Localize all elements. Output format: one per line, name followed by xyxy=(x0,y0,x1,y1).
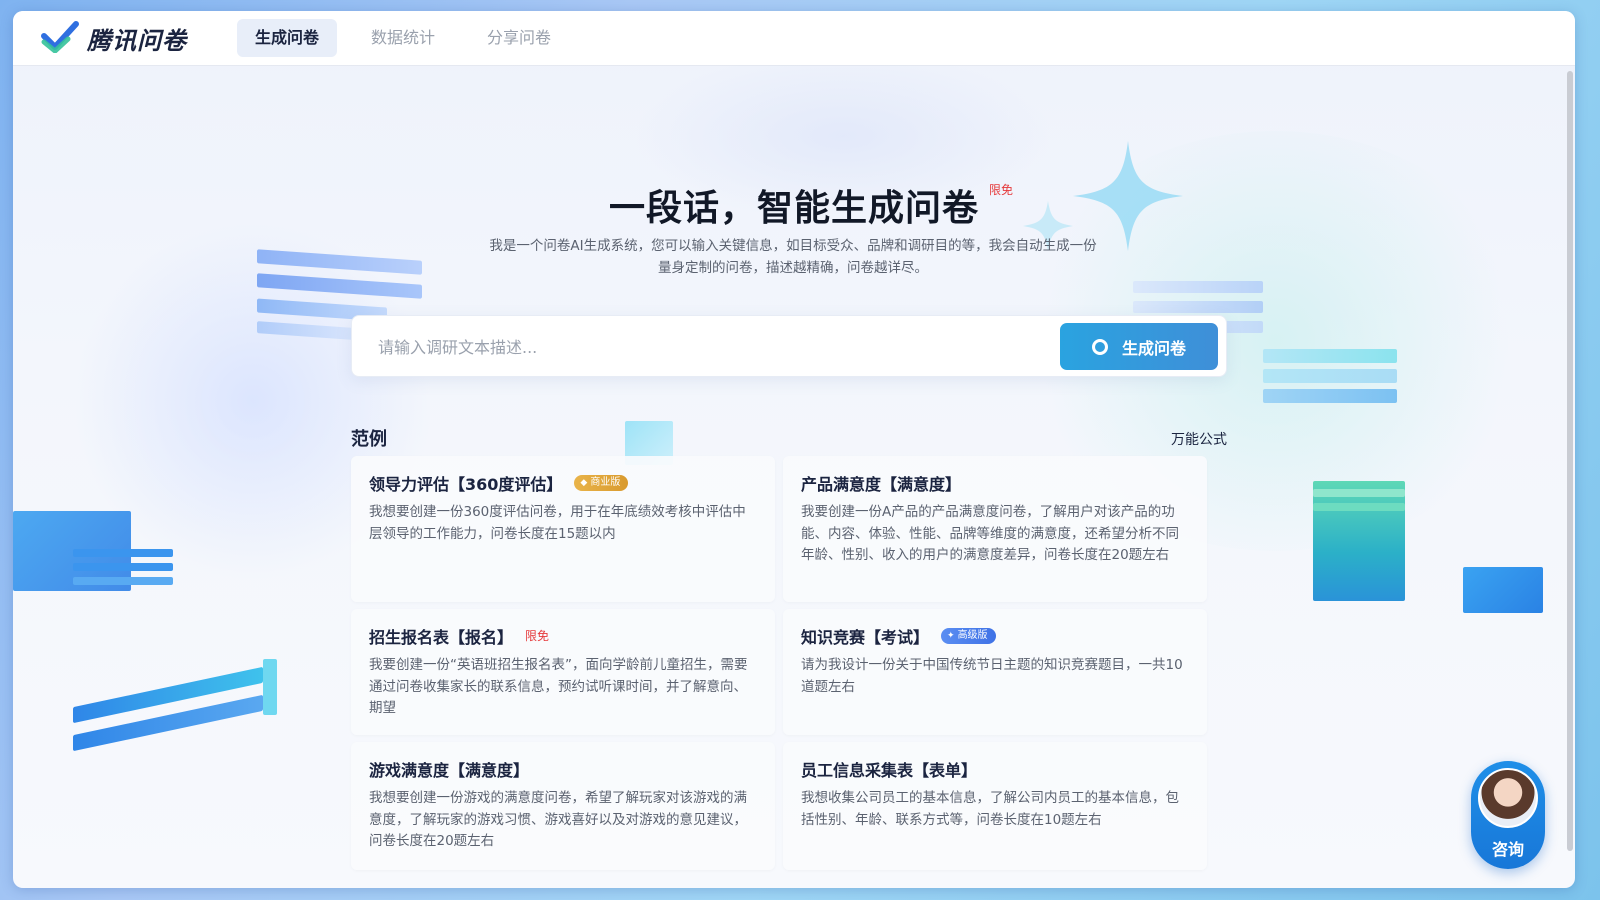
example-card-title: 知识竞赛【考试】 xyxy=(801,628,930,647)
example-card-description: 我想收集公司员工的基本信息，了解公司内员工的基本信息，包括性别、年龄、联系方式等… xyxy=(801,790,1179,828)
plus-icon: ✦ xyxy=(947,631,955,641)
hero-description-line: 量身定制的问卷，描述越精确，问卷越详尽。 xyxy=(658,260,928,276)
example-card[interactable]: 招生报名表【报名】 限免 我要创建一份“英语班招生报名表”，面向学龄前儿童招生，… xyxy=(351,609,775,735)
decorative-cube-left xyxy=(13,511,183,601)
consult-label: 咨询 xyxy=(1491,840,1524,859)
page-title-text: 一段话，智能生成问卷 xyxy=(608,188,979,229)
example-card-description: 我想要创建一份游戏的满意度问卷，希望了解玩家对该游戏的满意度，了解玩家的游戏习惯… xyxy=(369,790,747,849)
page-title: 一段话，智能生成问卷 限免 xyxy=(608,179,1013,231)
consult-button[interactable]: 咨询 xyxy=(1471,761,1545,869)
premium-edition-tag: ✦ 高级版 xyxy=(941,628,996,644)
prompt-input[interactable] xyxy=(378,328,1018,366)
business-edition-tag: ◆ 商业版 xyxy=(574,475,629,491)
tab-share-survey[interactable]: 分享问卷 xyxy=(469,19,569,57)
tag-label: 商业版 xyxy=(590,477,621,488)
example-card-description: 我想要创建一份360度评估问卷，用于在年底绩效考核中评估中层领导的工作能力，问卷… xyxy=(369,504,746,542)
example-card-description: 我要创建一份A产品的产品满意度问卷，了解用户对该产品的功能、内容、体验、性能、品… xyxy=(801,504,1179,563)
generate-survey-button[interactable]: 生成问卷 xyxy=(1060,323,1218,370)
examples-heading: 范例 xyxy=(351,429,387,450)
example-card-description: 请为我设计一份关于中国传统节日主题的知识竞赛题目，一共10道题左右 xyxy=(801,657,1183,695)
diamond-icon: ◆ xyxy=(580,478,588,488)
decorative-cube-right xyxy=(1303,481,1575,641)
example-card[interactable]: 产品满意度【满意度】 我要创建一份A产品的产品满意度问卷，了解用户对该产品的功能… xyxy=(783,456,1207,602)
example-card-title: 招生报名表【报名】 xyxy=(369,628,514,647)
check-mark-icon xyxy=(41,19,79,57)
example-card[interactable]: 知识竞赛【考试】 ✦ 高级版 请为我设计一份关于中国传统节日主题的知识竞赛题目，… xyxy=(783,609,1207,735)
decorative-slabs-left-bottom xyxy=(73,641,293,752)
free-tag: 限免 xyxy=(525,629,550,643)
logo[interactable]: 腾讯问卷 xyxy=(41,19,237,57)
hero-description: 我是一个问卷AI生成系统，您可以输入关键信息，如目标受众、品牌和调研目的等，我会… xyxy=(443,235,1143,279)
avatar xyxy=(1478,768,1538,828)
ring-icon xyxy=(1091,338,1108,355)
hero-description-line: 我是一个问卷AI生成系统，您可以输入关键信息，如目标受众、品牌和调研目的等，我会… xyxy=(489,238,1097,254)
tag-label: 高级版 xyxy=(957,630,988,641)
tab-generate-survey[interactable]: 生成问卷 xyxy=(237,19,338,57)
formula-link[interactable]: 万能公式 xyxy=(1171,429,1227,449)
free-badge: 限免 xyxy=(988,183,1013,197)
example-card[interactable]: 领导力评估【360度评估】 ◆ 商业版 我想要创建一份360度评估问卷，用于在年… xyxy=(351,456,775,602)
top-nav-bar: 腾讯问卷 生成问卷 数据统计 分享问卷 xyxy=(13,11,1575,65)
example-card-title: 领导力评估【360度评估】 xyxy=(369,475,563,494)
example-card[interactable]: 游戏满意度【满意度】 我想要创建一份游戏的满意度问卷，希望了解玩家对该游戏的满意… xyxy=(351,742,775,870)
example-card-description: 我要创建一份“英语班招生报名表”，面向学龄前儿童招生，需要通过问卷收集家长的联系… xyxy=(369,657,748,716)
tab-data-statistics[interactable]: 数据统计 xyxy=(353,19,453,57)
nav-tabs: 生成问卷 数据统计 分享问卷 xyxy=(237,19,585,57)
app-window: 腾讯问卷 生成问卷 数据统计 分享问卷 一段话，智能生成问卷 限免 我是一个问卷… xyxy=(13,11,1575,888)
example-card-title: 产品满意度【满意度】 xyxy=(801,475,962,494)
example-card[interactable]: 员工信息采集表【表单】 我想收集公司员工的基本信息，了解公司内员工的基本信息，包… xyxy=(783,742,1207,870)
prompt-box: 生成问卷 xyxy=(351,315,1227,377)
hero: 一段话，智能生成问卷 限免 xyxy=(13,179,1575,231)
example-card-title: 员工信息采集表【表单】 xyxy=(801,761,978,780)
logo-text: 腾讯问卷 xyxy=(87,25,187,55)
example-card-title: 游戏满意度【满意度】 xyxy=(369,761,530,780)
generate-survey-button-label: 生成问卷 xyxy=(1121,338,1186,358)
